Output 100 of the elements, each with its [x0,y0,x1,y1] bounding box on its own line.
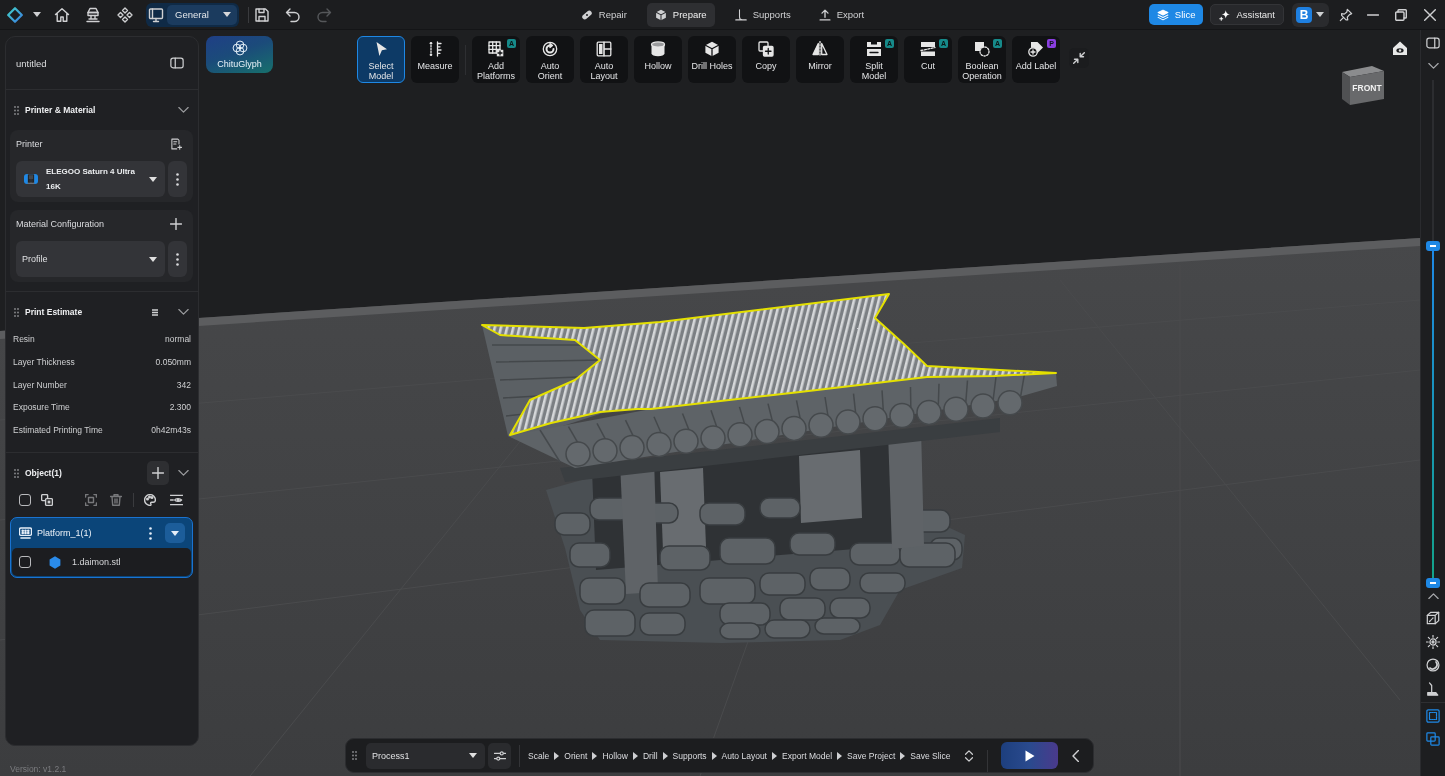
workflow-step[interactable]: Save Project [847,750,896,761]
expand-icon[interactable] [964,749,975,762]
tool-button[interactable]: Auto Orient [526,36,574,83]
upload-icon [818,8,831,21]
chevron-down-icon[interactable] [1427,63,1439,69]
palette-icon[interactable] [144,494,156,507]
section-title: Object(1) [25,468,62,479]
chevron-up-icon[interactable] [1427,593,1439,599]
section-title: Print Estimate [25,307,83,317]
more-icon [176,172,179,186]
model-row[interactable]: 1.daimon.stl [12,548,191,577]
target-icon[interactable] [1426,635,1440,649]
tool-button[interactable]: Hollow [634,36,682,83]
list-icon[interactable] [152,308,158,316]
mode-tab[interactable]: Supports [726,2,799,27]
group-icon[interactable] [41,494,53,507]
workflow-step[interactable]: Drill [642,750,658,761]
tool-button[interactable]: Mirror [796,36,844,83]
home-view-icon[interactable] [1392,40,1408,56]
sphere-icon[interactable] [1426,658,1440,672]
close-icon[interactable] [1424,8,1436,21]
drag-handle-icon[interactable] [352,751,357,760]
project-name: untitled [16,57,47,69]
home-icon[interactable] [54,6,70,23]
mode-tab[interactable]: Export [810,2,873,27]
workspace-select[interactable]: General [167,4,237,25]
profile-select[interactable]: Profile [16,241,165,277]
workflow-step[interactable]: Scale [528,750,550,761]
estimate-value: 2.300 [169,402,191,413]
more-button[interactable] [168,161,187,197]
chituglyph-button[interactable]: ChituGlyph [206,36,273,73]
process-select[interactable]: Process1 [366,742,485,769]
caret-icon [469,753,477,758]
slice-button[interactable]: Slice [1148,4,1204,25]
printer-select[interactable]: ELEGOO Saturn 4 Ultra 16K [16,161,165,197]
workflow-step[interactable]: Auto Layout [721,750,767,761]
play-button[interactable] [1001,742,1059,769]
slider-handle[interactable] [1426,241,1440,252]
settings-button[interactable] [488,742,511,769]
mode-tab[interactable]: Repair [572,2,635,27]
dropdown-button[interactable] [165,523,185,544]
plus-icon [152,467,164,480]
undo-icon[interactable] [285,6,301,23]
account-menu[interactable]: B [1292,2,1329,27]
knot-icon [231,40,248,56]
platform-group[interactable]: Platform_1(1) 1.daimon.stl [10,517,193,579]
plus-icon[interactable] [170,218,182,230]
select-all-checkbox[interactable] [19,494,31,507]
app-logo-icon[interactable] [7,6,23,23]
step-arrow-icon [592,751,598,760]
play-icon [1023,749,1036,762]
chevron-down-icon[interactable] [178,309,189,315]
slider-handle[interactable] [1426,578,1440,588]
tool-button[interactable]: Drill Holes [688,36,736,83]
cube-outline-icon[interactable] [1426,611,1440,625]
workflow-step[interactable]: Export Model [782,750,833,761]
workflow-step[interactable]: Save Slice [910,750,951,761]
chevron-down-icon[interactable] [178,107,189,113]
boolean-icon [974,41,990,57]
drag-handle-icon[interactable] [14,468,19,478]
chevron-down-icon[interactable] [178,470,189,477]
workflow-step[interactable]: Orient [564,750,588,761]
support-icon[interactable] [1426,682,1440,696]
sidebar-toggle-icon[interactable] [170,56,184,70]
tool-button[interactable]: Copy [742,36,790,83]
caret-icon[interactable] [33,12,41,17]
platform-icon [19,527,32,540]
estimate-label: Layer Thickness [13,357,75,368]
tag-icon [1028,41,1044,57]
layers-square-icon[interactable] [1426,709,1440,723]
overlap-icon[interactable] [1426,732,1440,746]
caret-icon [171,530,179,536]
trash-icon[interactable] [110,494,122,507]
nodes-icon[interactable] [117,6,133,23]
tool-button[interactable]: Auto Layout [580,36,628,83]
caret-icon [149,176,157,182]
monitor-icon[interactable] [148,6,164,23]
drag-handle-icon[interactable] [14,105,19,115]
drag-handle-icon[interactable] [14,307,19,317]
workflow-step[interactable]: Supports [672,750,707,761]
chevron-left-icon[interactable] [1072,749,1080,762]
assistant-button[interactable]: Assistant [1210,4,1284,25]
add-printer-icon[interactable] [170,138,182,150]
visibility-icon[interactable] [170,494,183,507]
more-icon[interactable] [149,526,152,540]
save-icon[interactable] [254,6,270,23]
tool-button[interactable]: Measure [411,36,459,83]
workflow-step[interactable]: Hollow [602,750,628,761]
fit-icon[interactable] [85,494,97,507]
mode-tab[interactable]: Prepare [646,2,715,27]
pin-icon[interactable] [1339,7,1353,22]
tool-button[interactable]: Select Model [357,36,405,83]
caret-icon [223,12,231,17]
sidebar-toggle-icon[interactable] [1426,36,1440,50]
checkbox[interactable] [19,556,31,569]
restore-icon[interactable] [1395,8,1407,21]
estimate-label: Layer Number [13,379,67,390]
add-button[interactable] [147,461,169,486]
printer-icon[interactable] [85,6,101,23]
more-button[interactable] [168,241,187,277]
